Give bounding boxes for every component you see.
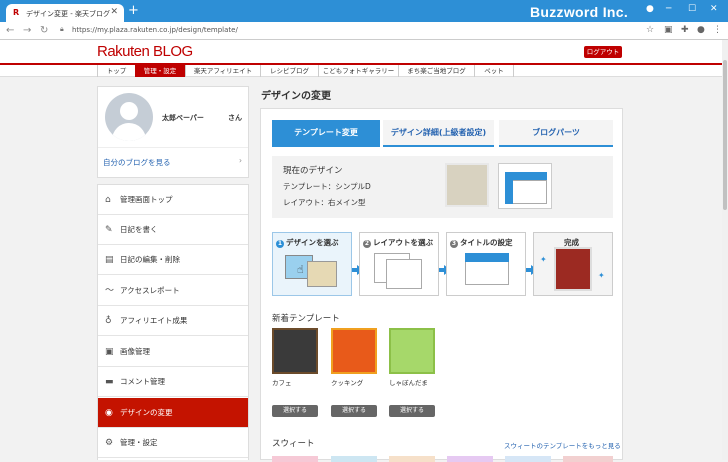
chevron-right-icon: › <box>239 156 242 165</box>
browser-menu-icon[interactable]: ⋮ <box>713 25 722 35</box>
sweets-thumbnail[interactable] <box>389 456 435 462</box>
extension-icon[interactable]: ▣ <box>664 25 673 35</box>
gear-icon: ⚙ <box>105 438 114 448</box>
current-design-heading: 現在のデザイン <box>283 166 343 176</box>
lock-icon: 🔒︎ <box>60 25 64 33</box>
star-icon[interactable]: ☆ <box>646 25 654 35</box>
view-my-blog-link[interactable]: 自分のブログを見る › <box>98 147 248 177</box>
menu-item-local-blog[interactable]: まち楽ご当地ブログ <box>398 65 474 77</box>
menu-item-recipe[interactable]: レシピブログ <box>260 65 318 77</box>
current-template: テンプレート：シンプルD <box>283 182 371 191</box>
sweets-thumbnail[interactable] <box>505 456 551 462</box>
select-cooking-button[interactable]: 選択する <box>331 405 377 417</box>
menu-item-top[interactable]: トップ <box>97 65 135 77</box>
window-close-icon[interactable]: ✕ <box>710 4 718 14</box>
new-tab-icon[interactable]: + <box>128 3 139 18</box>
current-layout-thumbnail <box>498 163 552 209</box>
view-my-blog-label: 自分のブログを見る <box>103 158 171 167</box>
moneybag-icon: ♁ <box>105 316 112 326</box>
site-header: Rakuten BLOG ログアウト <box>0 40 722 63</box>
back-icon[interactable]: ← <box>6 25 14 36</box>
new-templates-heading: 新着テンプレート <box>272 314 340 324</box>
sparkle-icon: ✦ <box>598 271 605 280</box>
sidebar-item-write-diary[interactable]: ✎ 日記を書く <box>98 215 248 245</box>
logout-button[interactable]: ログアウト <box>584 46 622 58</box>
comment-icon: ▬ <box>105 377 114 387</box>
tab-blog-parts[interactable]: ブログパーツ <box>499 120 613 147</box>
watermark: Buzzword Inc. <box>530 4 629 20</box>
menu-item-affiliate[interactable]: 楽天アフィリエイト <box>185 65 260 77</box>
sweets-heading: スウィート <box>272 439 315 449</box>
image-icon: ▣ <box>105 347 114 357</box>
tab-title: デザイン変更 - 楽天ブログ <box>26 10 110 18</box>
template-cafe-thumbnail[interactable] <box>272 328 318 374</box>
page-title: デザインの変更 <box>261 91 331 102</box>
menu-item-settings[interactable]: 管理・設定 <box>135 65 185 77</box>
document-icon: ▤ <box>105 255 114 265</box>
step-choose-layout: 2 レイアウトを選ぶ <box>359 232 439 296</box>
template-bubbles-thumbnail[interactable] <box>389 328 435 374</box>
minimize-icon[interactable]: ─ <box>666 4 671 14</box>
tab-design-detail[interactable]: デザイン詳細(上級者設定) <box>383 120 494 147</box>
palette-icon: ◉ <box>105 408 113 418</box>
sidebar-item-access-report[interactable]: 〜アクセスレポート <box>98 276 248 306</box>
chart-line-icon: 〜 <box>105 286 115 296</box>
design-card-illustration-2 <box>307 261 337 287</box>
sweets-thumbnail[interactable] <box>563 456 613 462</box>
sweets-thumbnail[interactable] <box>272 456 318 462</box>
sweets-thumbnail[interactable] <box>447 456 493 462</box>
template-bubbles-caption: しゃぼんだま <box>389 379 428 387</box>
puzzle-icon[interactable]: ✚ <box>681 25 689 35</box>
current-design: 現在のデザイン テンプレート：シンプルD レイアウト：右メイン型 <box>272 156 613 218</box>
completed-design-preview <box>554 247 592 291</box>
template-cafe-caption: カフェ <box>272 379 292 387</box>
browser-tab[interactable]: R デザイン変更 - 楽天ブログ ✕ <box>6 4 124 22</box>
address-bar: ← → ↻ 🔒︎ https://my.plaza.rakuten.co.jp/… <box>0 22 728 40</box>
step-complete: 完成 ✦ ✦ <box>533 232 613 296</box>
tab-template-change[interactable]: テンプレート変更 <box>272 120 380 147</box>
sidebar-item-affiliate-results[interactable]: ♁ アフィリエイト成果 <box>98 306 248 336</box>
avatar <box>105 93 153 141</box>
url-field[interactable]: https://my.plaza.rakuten.co.jp/design/te… <box>72 26 238 34</box>
reload-icon[interactable]: ↻ <box>40 25 48 36</box>
select-bubbles-button[interactable]: 選択する <box>389 405 435 417</box>
global-menu: トップ 管理・設定 楽天アフィリエイト レシピブログ こどもフォトギャラリー ま… <box>0 65 722 77</box>
maximize-icon[interactable]: ☐ <box>688 4 696 14</box>
close-tab-icon[interactable]: ✕ <box>110 7 118 17</box>
page-scrollbar[interactable] <box>722 40 728 460</box>
sidebar-item-design-change[interactable]: ◉ デザインの変更 <box>98 398 248 428</box>
sweets-more-link[interactable]: スウィートのテンプレートをもっと見る <box>504 440 621 450</box>
menu-item-pet[interactable]: ペット <box>474 65 514 77</box>
scrollbar-thumb[interactable] <box>723 60 727 210</box>
rakuten-blog-logo[interactable]: Rakuten BLOG <box>97 43 193 60</box>
sidebar-item-settings[interactable]: ⚙ 管理・設定 <box>98 428 248 458</box>
select-cafe-button[interactable]: 選択する <box>272 405 318 417</box>
sidebar-item-image-management[interactable]: ▣ 画像管理 <box>98 337 248 367</box>
current-layout: レイアウト：右メイン型 <box>283 198 366 207</box>
step-title-setting: 3 タイトルの設定 <box>446 232 526 296</box>
current-template-thumbnail <box>445 163 489 207</box>
design-panel: テンプレート変更 デザイン詳細(上級者設定) ブログパーツ 現在のデザイン テン… <box>260 108 623 462</box>
hand-cursor-icon: ☝ <box>297 263 304 276</box>
sidebar-item-edit-diary[interactable]: ▤ 日記の編集・削除 <box>98 245 248 275</box>
sidebar-item-comment-management[interactable]: ▬ コメント管理 <box>98 367 248 397</box>
sidebar-item-admin-top[interactable]: ⌂ 管理画面トップ <box>98 185 248 215</box>
account-icon[interactable]: ● <box>646 4 654 14</box>
rakuten-r-icon: R <box>13 8 20 17</box>
step-choose-design: 1 デザインを選ぶ ☝ <box>272 232 352 296</box>
sweets-thumbnail[interactable] <box>331 456 377 462</box>
home-icon: ⌂ <box>105 195 111 205</box>
profile-name: 太郎ベーパー <box>162 114 204 122</box>
pencil-icon: ✎ <box>105 225 113 235</box>
template-cooking-thumbnail[interactable] <box>331 328 377 374</box>
profile-honorific: さん <box>228 114 242 122</box>
template-cooking-caption: クッキング <box>331 379 364 387</box>
sidebar-menu: ⌂ 管理画面トップ ✎ 日記を書く ▤ 日記の編集・削除 〜アクセスレポート ♁ アフィ… <box>97 184 249 460</box>
browser-titlebar: R デザイン変更 - 楽天ブログ ✕ + Buzzword Inc. ● ─ ☐… <box>0 0 728 22</box>
forward-icon[interactable]: → <box>23 25 31 36</box>
sparkle-icon: ✦ <box>540 255 547 264</box>
profile-icon[interactable]: ● <box>697 25 705 35</box>
profile-card: 太郎ベーパー さん 自分のブログを見る › <box>97 86 249 178</box>
menu-item-kids-photo[interactable]: こどもフォトギャラリー <box>318 65 398 77</box>
